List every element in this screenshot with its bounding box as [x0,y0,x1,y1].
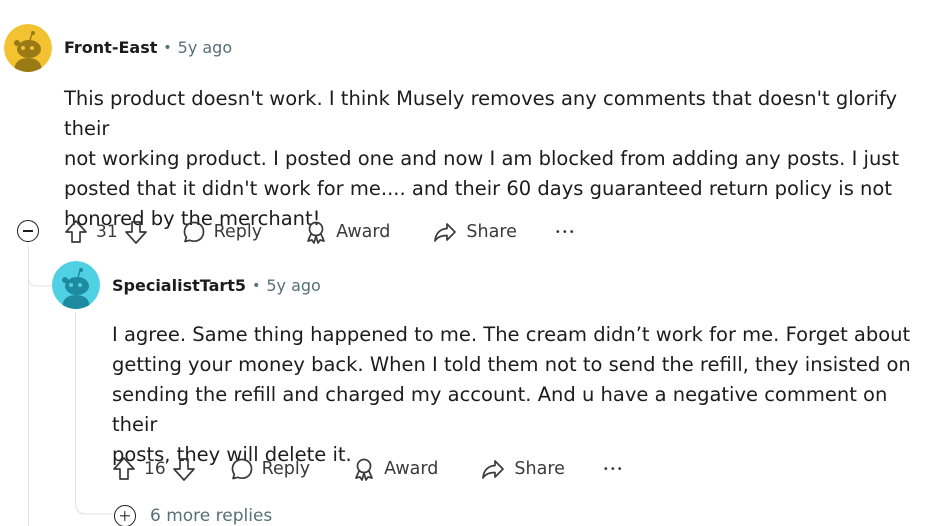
timestamp[interactable]: 5y ago [178,38,232,57]
expand-plus-icon [114,505,136,526]
upvote-button[interactable] [64,219,88,245]
comment-line: not working product. I posted one and no… [64,147,900,170]
comment-bubble-icon [231,458,252,480]
share-label: Share [514,459,565,479]
share-label: Share [466,222,517,242]
share-icon [434,223,457,242]
more-options-button[interactable]: ••• [555,227,576,238]
reply-avatar[interactable] [52,261,100,309]
reply-award-button[interactable]: Award [352,457,438,481]
more-options-icon: ••• [554,226,576,238]
award-icon [307,221,325,244]
reply-line: I agree. Same thing happened to me. The … [112,323,911,346]
reply-timestamp[interactable]: 5y ago [266,276,320,295]
comment-line: posted that it didn't work for me.... an… [64,177,892,200]
award-label: Award [384,459,439,479]
reply-vote-count: 16 [144,459,166,479]
downvote-icon [124,221,147,244]
comment-meta: Front-East • 5y ago [64,38,232,57]
reply-line: sending the refill and charged my accoun… [112,383,888,436]
downvote-icon [172,458,195,481]
award-icon [355,458,373,481]
author-name[interactable]: Front-East [64,38,157,57]
minus-icon [23,230,33,232]
reply-label: Reply [213,222,263,242]
award-button[interactable]: Award [304,220,390,244]
thread-connector-more [75,490,113,515]
downvote-button[interactable] [124,219,148,245]
share-icon [482,460,505,479]
reply-share-button[interactable]: Share [480,457,565,481]
more-replies-button[interactable]: 6 more replies [114,505,272,526]
award-label: Award [336,222,391,242]
reply-body: I agree. Same thing happened to me. The … [112,320,927,470]
comment-line: This product doesn't work. I think Musel… [64,87,898,140]
thread-line-reply [75,312,76,492]
reply-label: Reply [261,459,311,479]
more-replies-label: 6 more replies [150,506,273,526]
reply-reply-button[interactable]: Reply [230,457,310,481]
share-button[interactable]: Share [432,220,517,244]
upvote-icon [113,457,135,480]
reply-downvote-button[interactable] [172,456,196,482]
reply-author-name[interactable]: SpecialistTart5 [112,276,246,295]
upvote-icon [65,220,87,243]
more-options-icon: ••• [602,463,624,475]
comment-actions: 31 Reply Award Share ••• [64,217,576,247]
vote-count: 31 [96,222,118,242]
reply-more-options-button[interactable]: ••• [603,464,624,475]
comment-bubble-icon [183,221,204,243]
reply-actions: 16 Reply Award Share ••• [112,454,624,484]
reply-meta: SpecialistTart5 • 5y ago [112,276,321,295]
avatar[interactable] [4,24,52,72]
meta-separator: • [163,39,172,56]
meta-separator: • [252,277,261,294]
reply-upvote-button[interactable] [112,456,136,482]
comment-body: This product doesn't work. I think Musel… [64,84,924,234]
reply-button[interactable]: Reply [182,220,262,244]
reply-line: getting your money back. When I told the… [112,353,911,376]
collapse-button[interactable] [17,220,39,242]
